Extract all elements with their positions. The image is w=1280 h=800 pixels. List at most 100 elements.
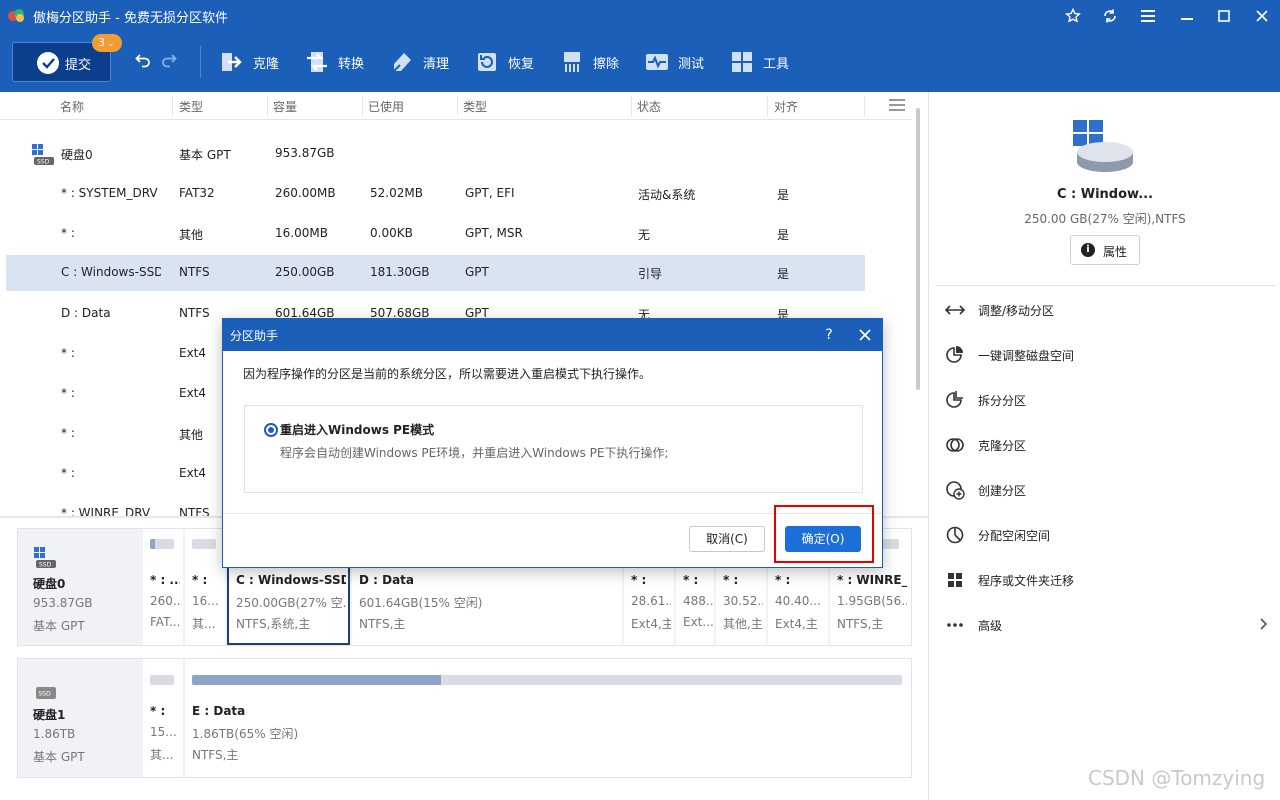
tool-label: 恢复 [508,57,535,72]
partition-name: * : [192,573,208,587]
tool-label: 克隆 [253,57,280,72]
disk0-info[interactable]: SSD 硬盘0 953.87GB 基本 GPT [18,529,143,645]
pe-mode-radio[interactable] [264,423,278,437]
column-header-partition-type[interactable]: 类型 [463,98,487,115]
pe-mode-description: 程序会自动创建Windows PE环境，并重启进入Windows PE下执行操作… [280,446,669,460]
toolbar-divider [200,46,201,78]
tool-label: 工具 [763,57,790,72]
properties-button[interactable]: i 属性 [1070,235,1140,265]
op-split-partition[interactable]: 拆分分区 [945,386,1275,414]
op-advanced[interactable]: 高级 [945,611,1275,639]
column-divider [457,96,458,116]
op-create-partition[interactable]: 创建分区 [945,476,1275,504]
table-row[interactable]: * : 其他 16.00MB 0.00KB GPT, MSR 无 是 [6,216,865,252]
op-one-click-adjust[interactable]: 一键调整磁盘空间 [945,341,1275,369]
help-icon[interactable]: ? [819,325,839,345]
row-type: Ext4 [179,386,207,400]
row-type: Ext4 [179,346,207,360]
column-divider [767,96,768,116]
disk1-info[interactable]: SSD 硬盘1 1.86TB 基本 GPT [18,659,143,777]
more-icon [947,623,963,627]
partition-block[interactable]: * : ... 260... FAT... [143,529,183,645]
row-used: 52.02MB [370,186,423,200]
tool-label: 擦除 [593,57,620,72]
redo-icon[interactable] [161,52,177,68]
partition-name: E : Data [192,704,246,718]
op-label: 高级 [978,619,1003,633]
partition-block[interactable]: * : 15... 其... [143,659,183,777]
column-header-align[interactable]: 对齐 [774,98,798,115]
partition-name: C : Windows-SSD [236,573,346,587]
option-group: 重启进入Windows PE模式 程序会自动创建Windows PE环境，并重启… [244,405,863,493]
partition-size: 1.95GB(56... [837,594,907,608]
undo-icon[interactable] [135,52,151,68]
op-allocate-free-space[interactable]: 分配空闲空间 [945,521,1275,549]
table-row-selected[interactable]: C : Windows-SSD NTFS 250.00GB 181.30GB G… [6,255,865,291]
commit-label: 提交 [65,58,92,73]
pending-count: 3 [98,36,105,49]
row-name: * : [61,226,75,240]
tool-label: 转换 [338,57,365,72]
row-partition-type: GPT [465,265,489,279]
partition-fs: FAT... [150,615,180,629]
cancel-button[interactable]: 取消(C) [689,526,765,552]
tool-label: 测试 [678,57,705,72]
selected-partition-name: C : Window... [1056,187,1154,202]
partition-block[interactable]: E : Data 1.86TB(65% 空闲) NTFS,主 [185,659,911,777]
partition-name: D : Data [359,573,415,587]
op-app-migration[interactable]: 程序或文件夹迁移 [945,566,1275,594]
column-header-used[interactable]: 已使用 [368,98,404,115]
op-label: 调整/移动分区 [978,304,1055,318]
disk-name: 硬盘1 [33,708,66,722]
favorite-star-icon[interactable] [1061,4,1085,28]
pe-mode-label[interactable]: 重启进入Windows PE模式 [280,421,434,438]
usage-bar [150,539,174,549]
close-window-icon[interactable] [1250,4,1274,28]
pending-count-badge[interactable]: 3 ⌄ [92,34,122,52]
op-label: 程序或文件夹迁移 [978,574,1075,588]
column-divider [631,96,632,116]
partition-drive-icon [1073,120,1133,172]
op-clone-partition[interactable]: 克隆分区 [945,431,1275,459]
pie-adjust-icon [946,346,963,363]
annotation-highlight-box [774,505,874,563]
column-divider [864,96,865,116]
column-header-status[interactable]: 状态 [637,98,661,115]
split-icon [946,391,963,408]
partition-name: * : [723,573,739,587]
convert-icon [307,52,327,72]
op-resize-move[interactable]: 调整/移动分区 [945,296,1275,324]
row-partition-type: GPT, EFI [465,186,515,200]
chevron-right-icon [1260,618,1268,630]
column-settings-icon[interactable] [889,99,905,111]
allocate-icon [946,526,964,544]
svg-text:SSD: SSD [39,691,52,698]
row-name: * : [61,346,75,360]
column-header-capacity[interactable]: 容量 [273,98,297,115]
list-scrollbar[interactable] [916,108,920,390]
dialog-title-bar[interactable]: 分区助手 ? [223,319,882,351]
column-header-type[interactable]: 类型 [179,98,203,115]
refresh-icon[interactable] [1098,4,1122,28]
disk-style: 基本 GPT [33,750,85,764]
partition-block[interactable]: * : 16... 其... [185,529,225,645]
row-type: 基本 GPT [179,148,231,162]
partition-fs: NTFS,主 [359,617,406,631]
row-name: C : Windows-SSD [61,265,161,279]
table-row-disk0[interactable]: SSD 硬盘0 基本 GPT 953.87GB [6,136,865,172]
table-row[interactable]: * : SYSTEM_DRV FAT32 260.00MB 52.02MB GP… [6,176,865,212]
tool-label: 清理 [423,57,450,72]
partition-size: 28.61... [631,594,671,608]
ssd-disk-icon: SSD [32,144,54,166]
row-align: 是 [777,228,790,242]
maximize-icon[interactable] [1212,4,1236,28]
menu-icon[interactable] [1136,4,1160,28]
op-label: 克隆分区 [978,439,1027,453]
partition-fs: NTFS,主 [837,617,884,631]
partition-size: 40.40... [775,594,821,608]
close-icon[interactable] [855,325,875,345]
column-header-name[interactable]: 名称 [60,98,84,115]
partition-name: * : [150,704,166,718]
partition-name: * : [683,573,699,587]
minimize-icon[interactable] [1175,4,1199,28]
